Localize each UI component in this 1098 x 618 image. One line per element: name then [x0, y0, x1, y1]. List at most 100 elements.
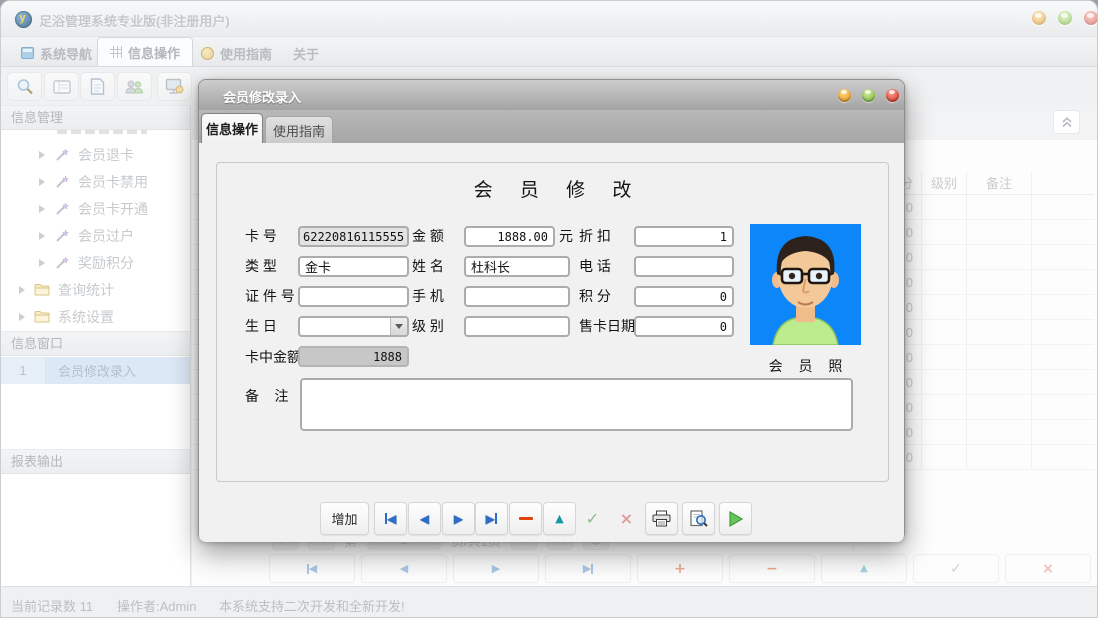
expand-arrow-icon[interactable] [39, 258, 45, 267]
name-label: 姓 名 [412, 258, 444, 274]
monitor-icon [165, 78, 184, 94]
minus-icon [518, 516, 533, 521]
note-field[interactable] [300, 378, 853, 431]
users-icon [125, 80, 144, 93]
delete-record-button[interactable] [509, 502, 542, 535]
nav-insert-button[interactable]: + [637, 554, 723, 583]
nav-post-button[interactable]: ✓ [913, 554, 999, 583]
tab-about[interactable]: 关于 [281, 40, 331, 66]
next-record-button[interactable]: ▶ [442, 502, 475, 535]
phone-field[interactable] [634, 256, 734, 277]
users-button[interactable] [117, 72, 152, 101]
dialog-minimize-button[interactable] [838, 89, 851, 102]
add-button[interactable]: 增加 [320, 502, 369, 535]
tree-item[interactable]: 会员卡禁用 [1, 168, 190, 195]
window-title: 足浴管理系统专业版(非注册用户) [39, 14, 230, 29]
col-header-note[interactable]: 备注 [967, 171, 1032, 194]
id-no-field[interactable] [298, 286, 409, 307]
tree-item[interactable]: 会员退卡 [1, 141, 190, 168]
dropdown-arrow-icon [395, 324, 403, 329]
name-field[interactable] [464, 256, 570, 277]
tree-item[interactable]: 会员过户 [1, 222, 190, 249]
tab-user-guide[interactable]: 使用指南 [189, 40, 284, 66]
search-button[interactable] [7, 72, 42, 101]
discount-field[interactable] [634, 226, 734, 247]
sidebar: 信息管理 会员退卡 会员卡禁用 会员卡开通 会员过户 奖励积分 查询统计 系统设… [1, 105, 191, 586]
dropdown-button[interactable] [390, 318, 407, 335]
document-button[interactable] [80, 72, 115, 101]
card-no-field[interactable] [298, 226, 409, 247]
form-title: 会 员 修 改 [473, 180, 643, 201]
expand-arrow-icon[interactable] [39, 204, 45, 213]
card-type-field[interactable] [298, 256, 409, 277]
monitor-button[interactable] [157, 72, 192, 101]
member-edit-dialog: 会员修改录入 信息操作 使用指南 会 员 修 改 卡 号 金 额 元 折 扣 类… [198, 79, 905, 542]
nav-first-button[interactable]: ◀ [269, 554, 355, 583]
wand-icon [54, 147, 70, 162]
collapse-chevrons-icon [1061, 117, 1072, 128]
print-button[interactable] [645, 502, 678, 535]
level-field[interactable] [464, 316, 570, 337]
card-balance-label: 卡中金额 [245, 349, 301, 365]
nav-edit-button[interactable]: ▲ [821, 554, 907, 583]
discount-label: 折 扣 [579, 228, 611, 244]
post-button[interactable]: ✓ [576, 502, 609, 535]
panel-header-info-mgmt[interactable]: 信息管理 [1, 105, 190, 130]
dialog-close-button[interactable] [886, 89, 899, 102]
prev-record-button[interactable]: ◀ [408, 502, 441, 535]
dialog-titlebar[interactable]: 会员修改录入 [199, 80, 904, 110]
tab-system-nav[interactable]: 系统导航 [9, 40, 104, 66]
card-type-label: 类 型 [245, 258, 277, 274]
list-button[interactable] [44, 72, 79, 101]
sale-date-field[interactable] [634, 316, 734, 337]
tree-item-folder[interactable]: 查询统计 [1, 276, 190, 303]
expand-arrow-icon[interactable] [39, 231, 45, 240]
info-window-item[interactable]: 1 会员修改录入 [1, 357, 190, 384]
col-header-level[interactable]: 级别 [922, 171, 967, 194]
print-preview-button[interactable] [682, 502, 715, 535]
item-label: 会员修改录入 [46, 357, 190, 384]
cancel-button[interactable]: × [610, 502, 643, 535]
nav-prev-button[interactable]: ◀ [361, 554, 447, 583]
dialog-tab-info-operation[interactable]: 信息操作 [201, 113, 263, 143]
tree-item[interactable]: 会员卡开通 [1, 195, 190, 222]
nav-delete-button[interactable]: − [729, 554, 815, 583]
last-record-button[interactable]: ▶ [475, 502, 508, 535]
run-button[interactable] [719, 502, 752, 535]
dialog-maximize-button[interactable] [862, 89, 875, 102]
main-tabbar: 系统导航 信息操作 使用指南 关于 [1, 37, 1097, 67]
edit-record-button[interactable]: ▲ [543, 502, 576, 535]
document-icon [90, 78, 105, 95]
close-button[interactable] [1084, 11, 1097, 25]
nav-cancel-button[interactable]: × [1005, 554, 1091, 583]
tree-item[interactable]: 奖励积分 [1, 249, 190, 276]
minimize-button[interactable] [1032, 11, 1046, 25]
amount-unit-label: 元 [559, 228, 573, 244]
maximize-button[interactable] [1058, 11, 1072, 25]
expand-arrow-icon[interactable] [39, 150, 45, 159]
tab-info-operation[interactable]: 信息操作 [97, 37, 194, 66]
collapse-button[interactable] [1053, 110, 1080, 134]
amount-field[interactable] [464, 226, 555, 247]
birthday-field[interactable] [300, 318, 390, 335]
level-label: 级 别 [412, 318, 444, 334]
expand-arrow-icon[interactable] [19, 312, 25, 321]
birthday-combobox[interactable] [298, 316, 409, 337]
note-label: 备 注 [245, 388, 289, 404]
expand-arrow-icon[interactable] [19, 285, 25, 294]
nav-next-button[interactable]: ▶ [453, 554, 539, 583]
expand-arrow-icon[interactable] [39, 177, 45, 186]
first-record-button[interactable]: ◀ [374, 502, 407, 535]
nav-last-button[interactable]: ▶ [545, 554, 631, 583]
points-field[interactable] [634, 286, 734, 307]
panel-header-report-output[interactable]: 报表输出 [1, 449, 190, 474]
dialog-tab-user-guide[interactable]: 使用指南 [265, 116, 333, 143]
card-no-label: 卡 号 [245, 228, 277, 244]
member-photo [750, 224, 861, 345]
tree-item-folder[interactable]: 系统设置 [1, 303, 190, 330]
panel-header-info-window[interactable]: 信息窗口 [1, 331, 190, 356]
dialog-tabbar: 信息操作 使用指南 [199, 110, 904, 143]
mobile-field[interactable] [464, 286, 570, 307]
nav-tree: 会员退卡 会员卡禁用 会员卡开通 会员过户 奖励积分 查询统计 系统设置 [1, 130, 190, 331]
folder-icon [34, 310, 50, 324]
